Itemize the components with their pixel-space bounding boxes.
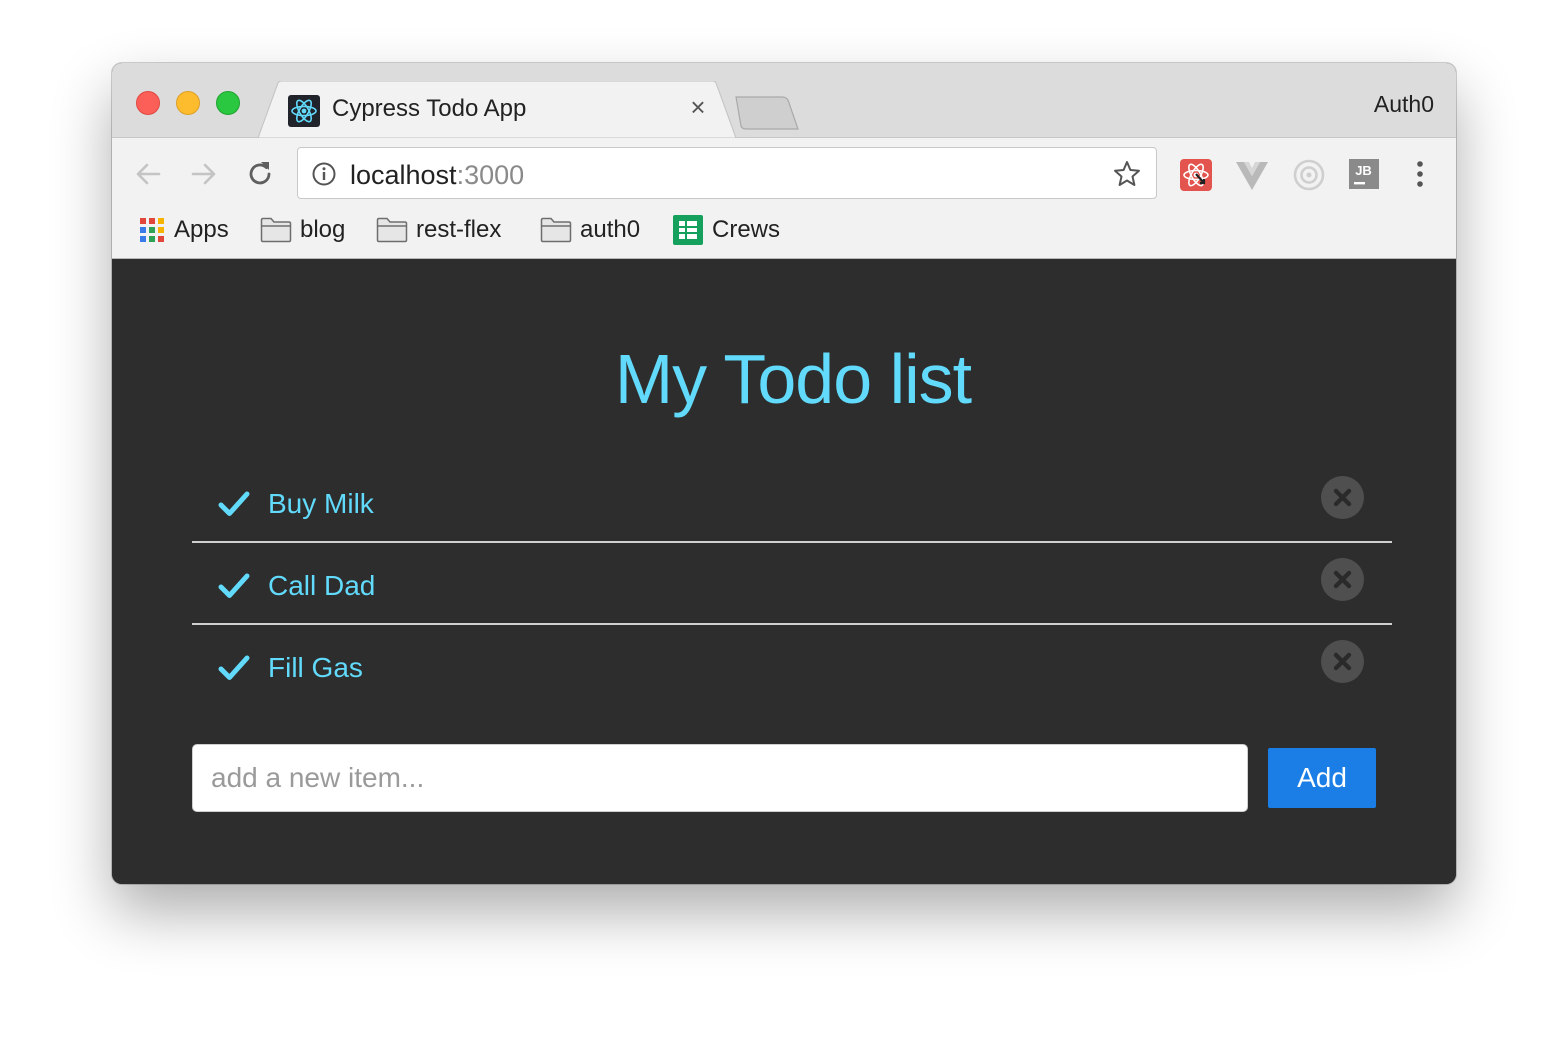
todo-item[interactable]: Buy Milk — [192, 461, 1392, 543]
browser-toolbar: localhost:3000 JB Apps blog rest-flex au… — [112, 138, 1456, 259]
active-tab[interactable]: Cypress Todo App × — [258, 81, 736, 138]
todo-app: My Todo list Buy Milk Call Dad Fill Gas … — [112, 259, 1456, 884]
url-text: localhost:3000 — [350, 160, 524, 191]
bookmark-label: rest-flex — [416, 216, 502, 243]
new-tab-button[interactable] — [732, 95, 802, 131]
url-host: localhost — [350, 160, 457, 190]
info-icon[interactable] — [312, 162, 336, 186]
bookmark-apps[interactable]: Apps — [138, 214, 229, 246]
close-icon — [1333, 488, 1352, 507]
delete-todo-button[interactable] — [1321, 476, 1364, 519]
bookmark-label: blog — [300, 216, 346, 243]
forward-arrow-icon[interactable] — [188, 158, 220, 190]
minimize-window-button[interactable] — [176, 91, 200, 115]
apps-grid-icon — [140, 218, 164, 242]
folder-icon — [260, 217, 292, 243]
bookmark-label: auth0 — [580, 216, 641, 243]
back-arrow-icon[interactable] — [132, 158, 164, 190]
sheets-icon — [673, 215, 703, 245]
bookmark-label: Apps — [174, 216, 229, 243]
todo-text[interactable]: Fill Gas — [268, 652, 363, 684]
check-icon[interactable] — [218, 490, 250, 518]
todo-item[interactable]: Fill Gas — [192, 625, 1392, 707]
circle-extension-icon[interactable] — [1292, 158, 1326, 192]
folder-icon — [376, 217, 408, 243]
todo-list: Buy Milk Call Dad Fill Gas — [192, 461, 1392, 707]
close-icon — [1333, 570, 1352, 589]
reload-icon[interactable] — [244, 158, 276, 190]
new-item-input[interactable] — [192, 744, 1248, 812]
react-icon — [288, 95, 320, 127]
check-icon[interactable] — [218, 572, 250, 600]
folder-icon — [540, 217, 572, 243]
todo-text[interactable]: Call Dad — [268, 570, 375, 602]
delete-todo-button[interactable] — [1321, 640, 1364, 683]
bookmark-blog[interactable]: blog — [260, 214, 345, 246]
tab-title: Cypress Todo App — [332, 95, 527, 122]
check-icon[interactable] — [218, 654, 250, 682]
add-button[interactable]: Add — [1268, 748, 1376, 808]
bookmark-label: Crews — [712, 216, 781, 243]
bookmark-star-icon[interactable] — [1112, 159, 1142, 189]
page-title: My Todo list — [614, 340, 972, 418]
close-window-button[interactable] — [136, 91, 160, 115]
address-bar[interactable]: localhost:3000 — [297, 147, 1157, 199]
jetbrains-label: JB — [1355, 163, 1372, 178]
delete-todo-button[interactable] — [1321, 558, 1364, 601]
browser-window: Cypress Todo App × Auth0 localhost:3000 — [112, 63, 1456, 884]
maximize-window-button[interactable] — [216, 91, 240, 115]
close-icon — [1333, 652, 1352, 671]
vue-devtools-icon[interactable] — [1235, 158, 1269, 192]
bookmark-auth0[interactable]: auth0 — [540, 214, 640, 246]
todo-item[interactable]: Call Dad — [192, 543, 1392, 625]
bookmark-crews[interactable]: Crews — [672, 214, 780, 246]
profile-name[interactable]: Auth0 — [1374, 91, 1434, 118]
url-port: :3000 — [456, 160, 525, 190]
menu-kebab-icon[interactable] — [1408, 158, 1432, 192]
bookmark-rest-flex[interactable]: rest-flex — [376, 214, 501, 246]
bookmarks-bar: Apps blog rest-flex auth0 Crews — [112, 208, 1456, 252]
tab-strip: Cypress Todo App × Auth0 — [112, 63, 1456, 138]
tab-close-icon[interactable]: × — [684, 93, 712, 121]
jetbrains-icon[interactable]: JB — [1348, 158, 1382, 192]
react-devtools-icon[interactable] — [1179, 158, 1213, 192]
todo-text[interactable]: Buy Milk — [268, 488, 374, 520]
